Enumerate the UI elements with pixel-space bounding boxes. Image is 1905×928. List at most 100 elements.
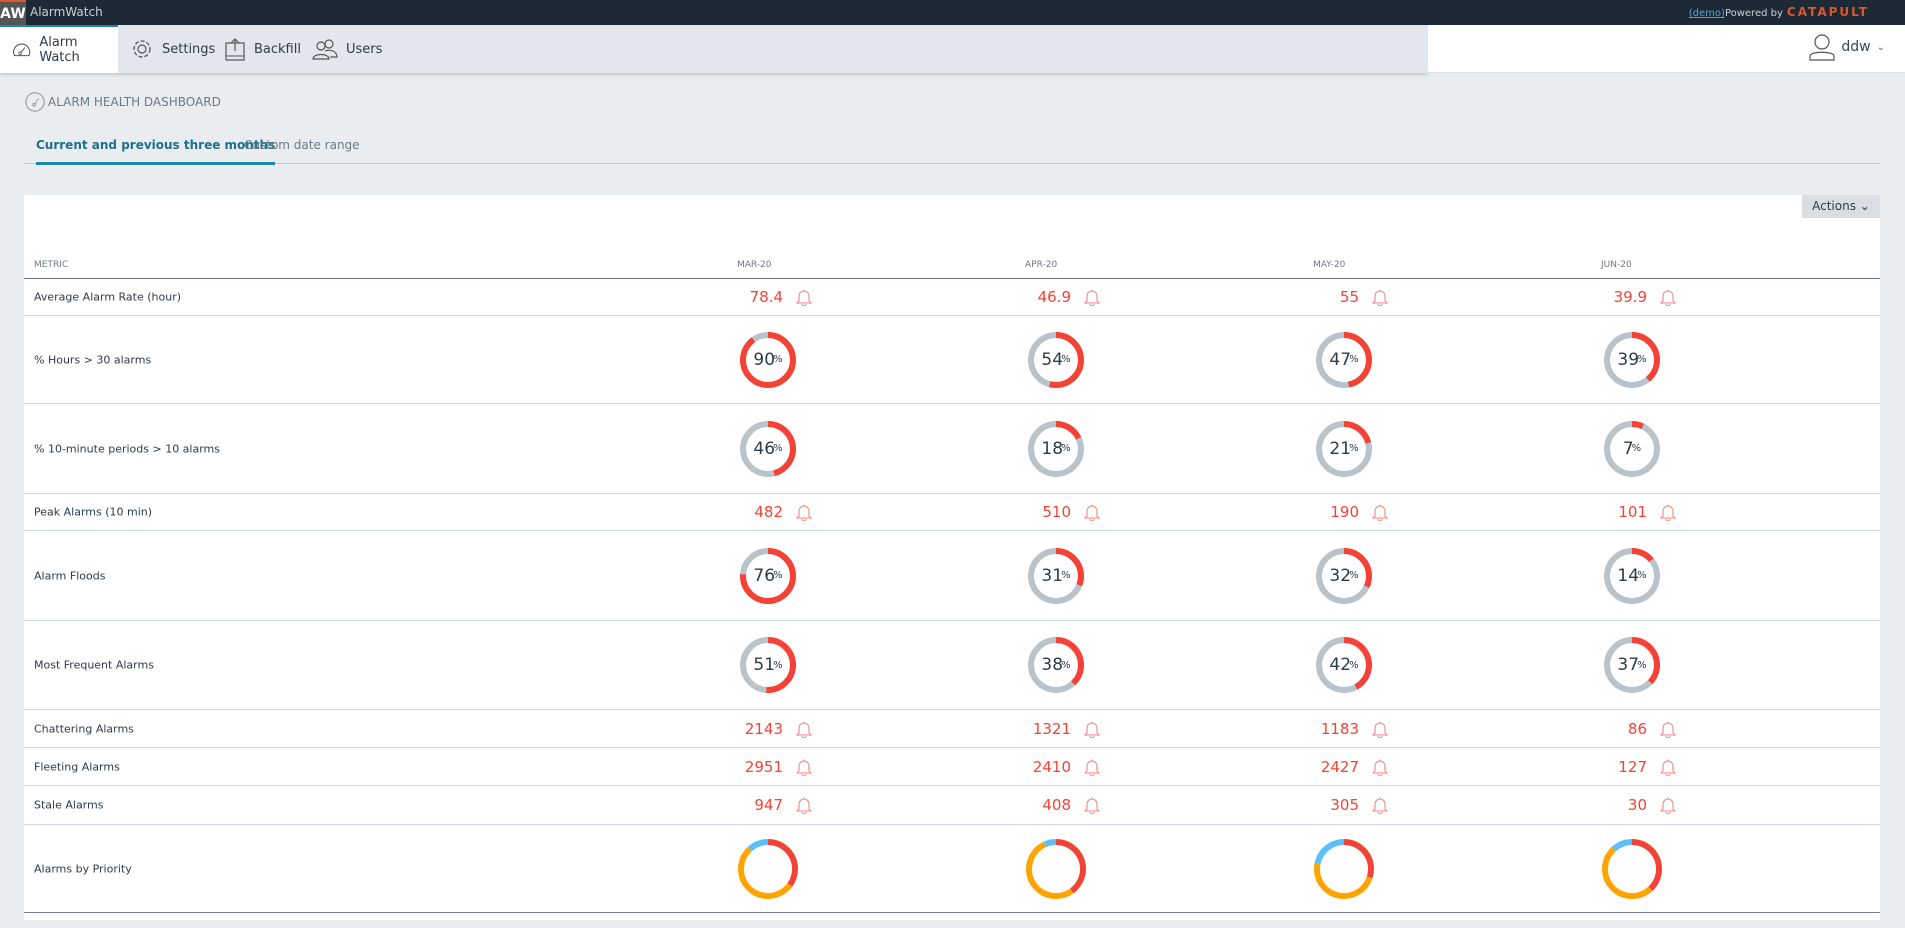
metric-label: Most Frequent Alarms [34,658,154,672]
tabs: Current and previous three months Custom… [24,134,1880,165]
bell-icon [795,289,813,306]
value-number: 305 [1330,796,1359,814]
bell-icon [795,504,813,521]
metric-value: 1183 [1291,720,1389,738]
percent-label: 38% [1026,635,1086,695]
percent-value: 18 [1041,438,1064,459]
tab-current-three-months[interactable]: Current and previous three months [36,138,276,165]
brand-logo: CATAPULT [1786,5,1869,19]
user-name: ddw [1841,39,1871,55]
users-icon [312,39,338,60]
bell-icon [795,759,813,776]
percent-label: 21% [1314,419,1374,479]
nav-settings[interactable]: Settings [118,25,227,73]
metric-label: Alarm Floods [34,569,106,582]
nav-label: Users [346,41,383,57]
donut-chart [1602,838,1662,899]
metric-value: 190 [1291,503,1389,521]
metric-value: 2143 [715,720,813,738]
value-number: 78.4 [749,287,783,306]
tab-custom-date-range[interactable]: Custom date range [244,138,360,162]
percent-label: 46% [738,419,798,479]
metric-value: 482 [715,503,813,521]
demo-link[interactable]: (demo) [1689,8,1725,19]
metric-value: 101 [1579,503,1677,521]
metric-value: 46.9 [1003,288,1101,306]
percent-value: 39 [1617,349,1640,370]
percent-label: 32% [1314,546,1374,606]
user-area: ddw ⌄ [1428,25,1905,73]
percent-value: 54 [1041,349,1064,370]
value-number: 2427 [1320,757,1359,776]
metric-value: 510 [1003,503,1101,521]
month-header: APR-20 [1025,260,1058,270]
table-row: % 10-minute periods > 10 alarms 46% 18% 21%… [24,404,1880,494]
percent-label: 37% [1602,635,1662,695]
percent-value: 51 [753,655,776,675]
actions-button[interactable]: Actions ⌄ [1802,195,1880,218]
table-row: Stale Alarms 947 408 305 30 [24,786,1880,825]
value-number: 408 [1042,796,1071,814]
metric-label: Average Alarm Rate (hour) [34,290,182,303]
percent-donut: 46% [738,419,798,479]
app-logo: AW [0,0,26,25]
value-number: 127 [1618,757,1647,776]
nav-users[interactable]: Users [300,25,394,73]
metric-value: 408 [1003,796,1101,814]
powered-by-text: Powered by [1724,8,1783,19]
priority-donut [738,838,798,899]
metric-value: 30 [1579,796,1677,814]
value-number: 1321 [1032,719,1071,738]
percent-value: 76 [753,565,776,586]
bell-icon [1659,759,1677,776]
percent-donut: 42% [1314,635,1374,695]
metrics-panel: Actions ⌄ METRIC MAR-20 APR-20 MAY-20 JU… [24,195,1880,920]
value-number: 482 [754,503,783,521]
value-number: 30 [1627,796,1647,814]
percent-label: 51% [738,635,798,695]
percent-label: 76% [738,546,798,606]
percent-donut: 54% [1026,330,1086,390]
percent-sign: % [1061,570,1071,581]
nav-alarm-watch[interactable]: Alarm Watch [0,25,118,73]
percent-label: 54% [1026,330,1086,390]
month-header: JUN-20 [1601,260,1632,270]
percent-value: 31 [1041,565,1064,586]
bell-icon [795,797,813,814]
percent-sign: % [1061,354,1071,365]
gear-icon [133,40,151,58]
upload-icon [225,38,245,61]
metric-label: % Hours > 30 alarms [34,353,152,366]
nav-backfill[interactable]: Backfill [212,25,313,73]
priority-donut [1602,838,1662,899]
value-number: 2951 [744,757,783,776]
percent-value: 21 [1329,438,1352,459]
table-row: Alarm Floods 76% 31% 32% 14% [24,531,1880,621]
percent-donut: 38% [1026,635,1086,695]
user-icon [1809,34,1835,61]
percent-donut: 14% [1602,546,1662,606]
actions-label: Actions [1812,199,1856,213]
value-number: 947 [754,796,783,814]
gauge-icon [13,43,31,57]
percent-label: 39% [1602,330,1662,390]
metric-label: Chattering Alarms [34,722,134,735]
percent-label: 7% [1602,419,1662,479]
metric-value: 2427 [1291,758,1389,776]
table-row: Chattering Alarms 2143 1321 1183 86 [24,710,1880,748]
percent-sign: % [773,443,783,454]
percent-value: 32 [1329,565,1352,586]
value-number: 46.9 [1037,287,1071,306]
percent-label: 14% [1602,546,1662,606]
month-header: MAY-20 [1313,260,1346,270]
priority-donut [1314,838,1374,899]
metric-value: 2951 [715,758,813,776]
bell-icon [1371,289,1389,306]
chevron-down-icon: ⌄ [1876,41,1885,53]
table-row: Average Alarm Rate (hour) 78.4 46.9 55 39.9 [24,278,1880,316]
nav-label: Alarm Watch [39,35,80,65]
percent-value: 38 [1041,655,1064,675]
metric-header: METRIC [34,260,69,270]
donut-chart [1026,838,1086,899]
user-menu[interactable]: ddw ⌄ [1809,33,1885,61]
